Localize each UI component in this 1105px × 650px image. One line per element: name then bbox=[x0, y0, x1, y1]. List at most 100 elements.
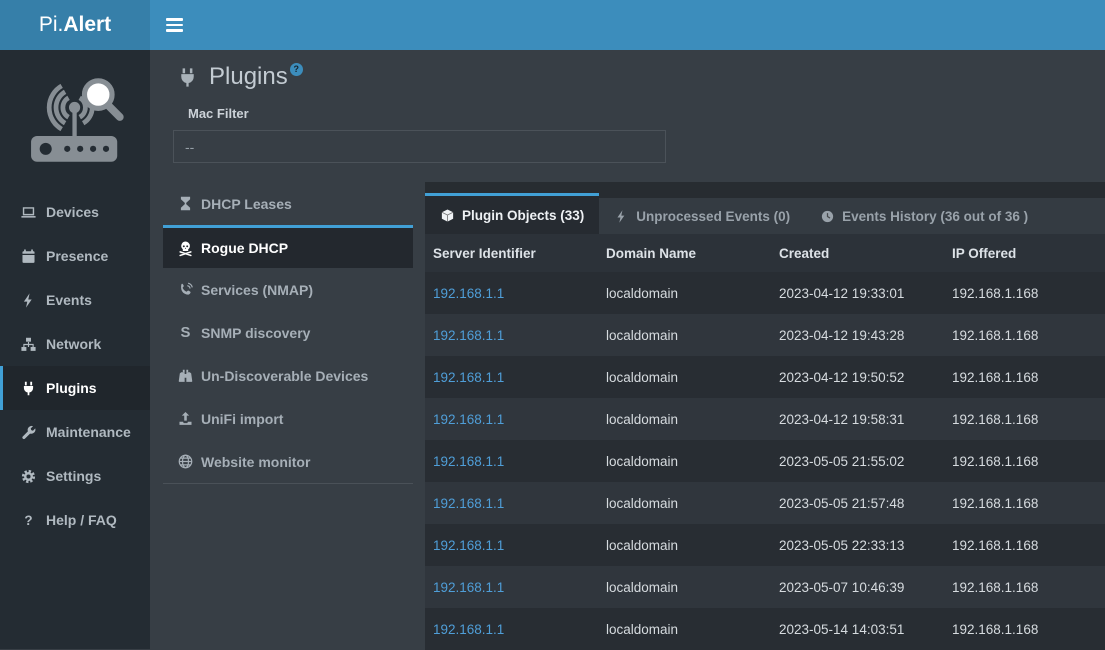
sidebar-toggle-button[interactable] bbox=[150, 0, 198, 50]
brand-text-bold: Alert bbox=[63, 13, 111, 37]
plugin-nav: DHCP Leases Rogue DHCP Services (NMAP) SNMP… bbox=[163, 182, 413, 484]
created-cell: 2023-05-14 14:03:51 bbox=[771, 608, 944, 650]
page-title: Plugins bbox=[209, 60, 288, 94]
ip-offered-cell: 192.168.1.168 bbox=[944, 356, 1105, 398]
hamburger-icon bbox=[166, 18, 183, 21]
table-row: 192.168.1.1 localdomain2023-04-12 19:50:5… bbox=[425, 356, 1105, 398]
server-identifier-link[interactable]: 192.168.1.1 bbox=[433, 538, 504, 553]
sidebar-item-maintenance[interactable]: Maintenance bbox=[0, 410, 150, 454]
table-row: 192.168.1.1localdomain2023-05-05 21:55:0… bbox=[425, 440, 1105, 482]
server-identifier-link[interactable]: 192.168.1.1 bbox=[433, 454, 504, 469]
table-row: 192.168.1.1 localdomain2023-04-12 19:43:2… bbox=[425, 314, 1105, 356]
calendar-icon bbox=[20, 248, 37, 265]
sidebar-item-help-faq[interactable]: Help / FAQ bbox=[0, 498, 150, 542]
laptop-icon bbox=[20, 204, 37, 221]
hourglass-icon bbox=[177, 195, 194, 212]
created-cell: 2023-04-12 19:50:52 bbox=[771, 356, 944, 398]
table-row: 192.168.1.1 localdomain2023-05-05 21:57:4… bbox=[425, 482, 1105, 524]
wrench-icon bbox=[20, 424, 37, 441]
ip-offered-cell: 192.168.1.168 bbox=[944, 398, 1105, 440]
plugin-objects-table: Server IdentifierDomain NameCreatedIP Of… bbox=[425, 234, 1105, 650]
domain-name-cell: localdomain bbox=[598, 524, 771, 566]
plugin-nav-item-unifi-import[interactable]: UniFi import bbox=[163, 397, 413, 440]
column-header-created[interactable]: Created bbox=[771, 234, 944, 272]
sidebar-item-devices[interactable]: Devices bbox=[0, 190, 150, 234]
domain-name-cell: localdomain bbox=[598, 398, 771, 440]
phone-signal-icon bbox=[177, 281, 194, 298]
sidebar-item-network[interactable]: Network bbox=[0, 322, 150, 366]
plugin-nav-item-label: DHCP Leases bbox=[201, 196, 292, 212]
table-row: 192.168.1.1 localdomain2023-05-05 22:33:1… bbox=[425, 524, 1105, 566]
server-identifier-link[interactable]: 192.168.1.1 bbox=[433, 370, 504, 385]
tab-plugin-objects-33[interactable]: Plugin Objects (33) bbox=[425, 193, 599, 234]
plugin-nav-item-services-nmap[interactable]: Services (NMAP) bbox=[163, 268, 413, 311]
brand-text-light: Pi. bbox=[39, 13, 64, 37]
created-cell: 2023-05-05 21:55:02 bbox=[771, 440, 944, 482]
server-identifier-link[interactable]: 192.168.1.1 bbox=[433, 286, 504, 301]
column-header-domain-name[interactable]: Domain Name bbox=[598, 234, 771, 272]
sidebar-item-settings[interactable]: Settings bbox=[0, 454, 150, 498]
plugin-nav-item-label: Un-Discoverable Devices bbox=[201, 368, 368, 384]
ip-offered-cell: 192.168.1.168 bbox=[944, 440, 1105, 482]
s-letter-icon bbox=[177, 324, 194, 341]
plugin-nav-item-label: Website monitor bbox=[201, 454, 310, 470]
page-header: Plugins ? bbox=[150, 50, 1105, 94]
plugin-nav-item-rogue-dhcp[interactable]: Rogue DHCP bbox=[163, 225, 413, 268]
domain-name-cell: localdomain bbox=[598, 356, 771, 398]
question-icon bbox=[20, 512, 37, 529]
ip-offered-cell: 192.168.1.168 bbox=[944, 524, 1105, 566]
mac-filter-input[interactable] bbox=[173, 130, 666, 163]
sidebar-item-label: Presence bbox=[46, 248, 108, 264]
app-logo-image bbox=[0, 50, 150, 190]
globe-icon bbox=[177, 453, 194, 470]
lower-split: DHCP Leases Rogue DHCP Services (NMAP) SNMP… bbox=[150, 182, 1105, 650]
column-header-ip-offered[interactable]: IP Offered bbox=[944, 234, 1105, 272]
tab-label: Plugin Objects (33) bbox=[462, 208, 584, 223]
bolt-icon bbox=[20, 292, 37, 309]
created-cell: 2023-04-12 19:43:28 bbox=[771, 314, 944, 356]
server-identifier-link[interactable]: 192.168.1.1 bbox=[433, 412, 504, 427]
plugin-objects-panel: Plugin Objects (33) Unprocessed Events (0… bbox=[425, 182, 1105, 650]
plugin-nav-item-dhcp-leases[interactable]: DHCP Leases bbox=[163, 182, 413, 225]
tab-events-history-36-out-of-36[interactable]: Events History (36 out of 36 ) bbox=[805, 198, 1043, 234]
help-badge[interactable]: ? bbox=[290, 63, 303, 76]
router-magnifier-logo bbox=[19, 68, 131, 172]
tab-unprocessed-events-0[interactable]: Unprocessed Events (0) bbox=[599, 198, 805, 234]
domain-name-cell: localdomain bbox=[598, 608, 771, 650]
server-identifier-link[interactable]: 192.168.1.1 bbox=[433, 622, 504, 637]
plugin-nav-item-website-monitor[interactable]: Website monitor bbox=[163, 440, 413, 483]
sidebar-item-events[interactable]: Events bbox=[0, 278, 150, 322]
plug-icon bbox=[20, 380, 37, 397]
sidebar-item-label: Plugins bbox=[46, 380, 97, 396]
sidebar-item-label: Network bbox=[46, 336, 101, 352]
binoculars-icon bbox=[177, 367, 194, 384]
table-row: 192.168.1.1localdomain2023-05-07 10:46:3… bbox=[425, 566, 1105, 608]
sidebar-item-label: Help / FAQ bbox=[46, 512, 117, 528]
created-cell: 2023-05-05 22:33:13 bbox=[771, 524, 944, 566]
server-identifier-link[interactable]: 192.168.1.1 bbox=[433, 328, 504, 343]
app-brand[interactable]: Pi.Alert bbox=[0, 0, 150, 50]
plugin-nav-item-label: UniFi import bbox=[201, 411, 283, 427]
plugin-nav-item-label: SNMP discovery bbox=[201, 325, 310, 341]
sidebar-item-plugins[interactable]: Plugins bbox=[0, 366, 150, 410]
tab-bar: Plugin Objects (33) Unprocessed Events (0… bbox=[425, 182, 1105, 234]
created-cell: 2023-05-05 21:57:48 bbox=[771, 482, 944, 524]
column-header-server-identifier[interactable]: Server Identifier bbox=[425, 234, 598, 272]
plugin-nav-item-label: Services (NMAP) bbox=[201, 282, 313, 298]
bolt-icon bbox=[614, 209, 629, 224]
sidebar-item-presence[interactable]: Presence bbox=[0, 234, 150, 278]
domain-name-cell: localdomain bbox=[598, 314, 771, 356]
sidebar: Devices Presence Events Network Plugins Maint… bbox=[0, 50, 150, 649]
plugin-nav-item-snmp-discovery[interactable]: SNMP discovery bbox=[163, 311, 413, 354]
plug-icon bbox=[176, 66, 199, 89]
server-identifier-link[interactable]: 192.168.1.1 bbox=[433, 580, 504, 595]
server-identifier-link[interactable]: 192.168.1.1 bbox=[433, 496, 504, 511]
table-row: 192.168.1.1localdomain2023-04-12 19:33:0… bbox=[425, 272, 1105, 314]
created-cell: 2023-04-12 19:58:31 bbox=[771, 398, 944, 440]
plugin-nav-item-un-discoverable-devices[interactable]: Un-Discoverable Devices bbox=[163, 354, 413, 397]
tab-label: Unprocessed Events (0) bbox=[636, 209, 790, 224]
skull-crossbones-icon bbox=[177, 240, 194, 257]
domain-name-cell: localdomain bbox=[598, 482, 771, 524]
sidebar-item-label: Maintenance bbox=[46, 424, 131, 440]
created-cell: 2023-04-12 19:33:01 bbox=[771, 272, 944, 314]
